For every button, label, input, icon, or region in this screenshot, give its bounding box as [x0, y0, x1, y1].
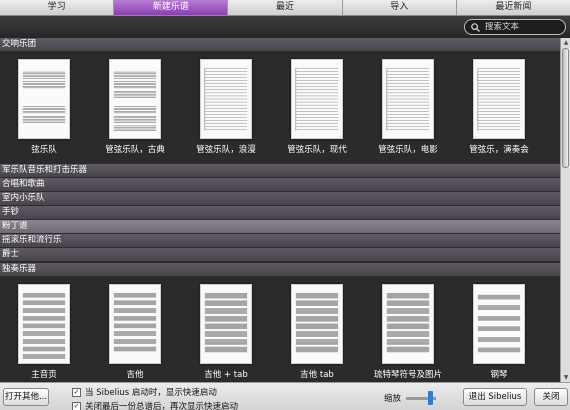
score-thumbnail[interactable]: [291, 284, 343, 364]
template-label: 管弦乐队，电影: [378, 145, 438, 155]
search-row: [0, 16, 570, 38]
show-on-startup-option: ✓ 当 Sibelius 启动时，显示快速启动: [72, 386, 217, 398]
tab-learn[interactable]: 学习: [0, 0, 115, 15]
template-label: 吉他 + tab: [204, 370, 248, 380]
tab-recent[interactable]: 最近: [228, 0, 343, 15]
solo-template-3[interactable]: 吉他 tab: [281, 284, 353, 380]
score-thumbnail[interactable]: [291, 59, 343, 139]
vertical-scrollbar[interactable]: ▲ ▼: [560, 38, 570, 382]
template-label: 管弦乐队，现代: [287, 145, 347, 155]
template-label: 管弦乐队，浪漫: [196, 145, 256, 155]
template-label: 管弦乐队，古典: [105, 145, 165, 155]
solo-template-1[interactable]: 吉他: [99, 284, 171, 380]
show-after-close-label: 关闭最后一份总谱后，再次显示快速启动: [85, 402, 239, 410]
template-label: 弦乐队: [31, 145, 57, 155]
orchestral-templates: 弦乐队 管弦乐队，古典 管弦乐队，浪漫 管弦乐队，现代 管弦乐队，电影 管弦乐，演奏会: [0, 51, 560, 161]
search-icon: [471, 22, 480, 32]
zoom-slider-knob[interactable]: [428, 391, 433, 405]
score-thumbnail[interactable]: [109, 59, 161, 139]
close-button[interactable]: 关闭: [534, 388, 568, 406]
solo-template-5[interactable]: 钢琴: [463, 284, 535, 380]
solo-template-0[interactable]: 主音页: [8, 284, 80, 380]
scroll-down-icon[interactable]: ▼: [562, 373, 570, 382]
score-thumbnail[interactable]: [109, 284, 161, 364]
template-label: 吉他: [126, 370, 144, 380]
template-label: 吉他 tab: [300, 370, 334, 380]
solo-template-4[interactable]: 琉特琴符号及图片: [372, 284, 444, 380]
solo-templates: 主音页 吉他 吉他 + tab 吉他 tab 琉特琴符号及图片 钢琴: [0, 276, 560, 386]
category-row[interactable]: 室内小乐队: [0, 192, 560, 205]
category-row[interactable]: 粉丁谱: [0, 220, 560, 233]
score-thumbnail[interactable]: [382, 284, 434, 364]
score-thumbnail[interactable]: [382, 59, 434, 139]
orchestral-template-2[interactable]: 管弦乐队，浪漫: [190, 59, 262, 155]
score-thumbnail[interactable]: [473, 59, 525, 139]
category-row[interactable]: 手钞: [0, 206, 560, 219]
category-orchestral[interactable]: 交响乐团: [0, 38, 560, 51]
score-thumbnail[interactable]: [473, 284, 525, 364]
score-thumbnail[interactable]: [200, 59, 252, 139]
tab-bar: 学习 新建乐谱 最近 导入 最近新闻: [0, 0, 570, 16]
orchestral-template-3[interactable]: 管弦乐队，现代: [281, 59, 353, 155]
orchestral-template-0[interactable]: 弦乐队: [8, 59, 80, 155]
template-label: 主音页: [31, 370, 57, 380]
category-row[interactable]: 爵士: [0, 248, 560, 261]
search-input[interactable]: [485, 22, 565, 32]
score-thumbnail[interactable]: [18, 284, 70, 364]
orchestral-template-5[interactable]: 管弦乐，演奏会: [463, 59, 535, 155]
solo-template-2[interactable]: 吉他 + tab: [190, 284, 262, 380]
search-box[interactable]: [464, 19, 566, 35]
scrollbar-thumb[interactable]: [562, 48, 569, 168]
tab-new-score[interactable]: 新建乐谱: [114, 0, 229, 15]
orchestral-template-4[interactable]: 管弦乐队，电影: [372, 59, 444, 155]
orchestral-template-1[interactable]: 管弦乐队，古典: [99, 59, 171, 155]
score-thumbnail[interactable]: [18, 59, 70, 139]
category-row[interactable]: 合唱和歌曲: [0, 178, 560, 191]
show-on-startup-label: 当 Sibelius 启动时，显示快速启动: [85, 388, 217, 398]
open-other-button[interactable]: 打开其他...: [3, 388, 49, 406]
template-label: 琉特琴符号及图片: [373, 370, 442, 380]
category-solo[interactable]: 独奏乐器: [0, 263, 560, 276]
tab-latest-news[interactable]: 最近新闻: [457, 0, 570, 15]
zoom-slider[interactable]: [406, 391, 436, 405]
zoom-label: 缩放: [384, 394, 402, 404]
tab-import[interactable]: 导入: [343, 0, 457, 15]
show-after-close-checkbox[interactable]: ✓: [72, 401, 81, 410]
exit-sibelius-button[interactable]: 退出 Sibelius: [463, 388, 527, 406]
template-label: 管弦乐，演奏会: [469, 145, 529, 155]
category-row[interactable]: 军乐队音乐和打击乐器: [0, 164, 560, 177]
template-label: 钢琴: [490, 370, 508, 380]
score-thumbnail[interactable]: [200, 284, 252, 364]
show-on-startup-checkbox[interactable]: ✓: [72, 387, 81, 397]
show-after-close-option: ✓ 关闭最后一份总谱后，再次显示快速启动: [72, 400, 238, 410]
scroll-up-icon[interactable]: ▲: [562, 38, 570, 47]
category-row[interactable]: 摇滚乐和流行乐: [0, 234, 560, 247]
bottom-bar: 打开其他... ✓ 当 Sibelius 启动时，显示快速启动 ✓ 关闭最后一份…: [0, 382, 570, 410]
